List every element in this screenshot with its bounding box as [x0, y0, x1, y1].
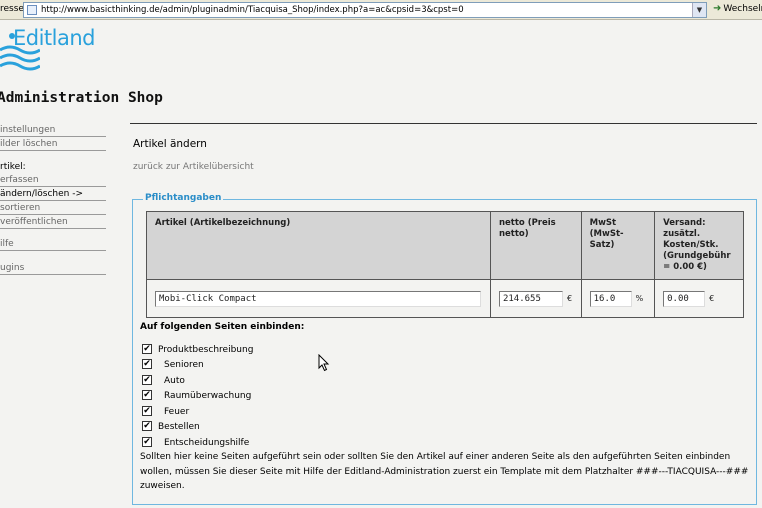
chevron-down-icon[interactable]: ▼: [692, 3, 706, 17]
sidebar-item-erfassen[interactable]: erfassen: [0, 174, 106, 187]
versand-input[interactable]: 0.00: [663, 290, 706, 307]
sidebar-item-einstellungen[interactable]: instellungen: [0, 124, 106, 137]
site-title: Administration Shop: [0, 90, 163, 106]
go-button[interactable]: ➜Wechseln: [713, 3, 762, 14]
column-header-article: Artikel (Artikelbezeichnung): [146, 211, 491, 280]
cell-article: Mobi-Click Compact: [146, 279, 491, 318]
checkbox-label: Raumüberwachung: [164, 391, 252, 401]
checkbox-label: Produktbeschreibung: [158, 345, 254, 355]
sidebar-item-veroeffentlichen[interactable]: veröffentlichen: [0, 216, 106, 229]
checkbox-label: Bestellen: [158, 422, 200, 432]
mwst-input[interactable]: 16.0: [589, 290, 632, 307]
fieldset-legend: Pflichtangaben: [143, 193, 224, 203]
cell-netto: 214.655 €: [489, 279, 582, 318]
checkbox-label: Senioren: [164, 360, 204, 370]
url-text: http://www.basicthinking.de/admin/plugin…: [41, 5, 464, 15]
article-name-input[interactable]: Mobi-Click Compact: [155, 290, 481, 307]
sidebar-item-hilfe[interactable]: ilfe: [0, 238, 106, 251]
go-arrow-icon: ➜: [713, 3, 722, 14]
checkbox-entscheidungshilfe[interactable]: ✔: [142, 437, 152, 447]
cell-versand: 0.00 €: [654, 279, 744, 318]
mwst-unit: %: [635, 294, 644, 303]
column-header-mwst: MwSt (MwSt-Satz): [580, 211, 656, 280]
checkbox-senioren[interactable]: ✔: [142, 359, 152, 369]
sidebar-item-aendern[interactable]: ändern/löschen ->: [0, 188, 106, 201]
checkbox-bestellen[interactable]: ✔: [142, 421, 152, 431]
address-bar: resse http://www.basicthinking.de/admin/…: [0, 0, 762, 20]
page-title: Artikel ändern: [133, 138, 207, 150]
checkbox-label: Auto: [164, 376, 185, 386]
checkbox-produktbeschreibung[interactable]: ✔: [142, 344, 152, 354]
sidebar-item-bilder-loeschen[interactable]: ilder löschen: [0, 138, 106, 151]
checkbox-auto[interactable]: ✔: [142, 375, 152, 385]
checkbox-label: Feuer: [164, 407, 190, 417]
netto-unit: €: [566, 294, 573, 303]
cell-mwst: 16.0%: [580, 279, 656, 318]
header-divider: [130, 123, 757, 124]
mouse-cursor-icon: [318, 354, 330, 372]
checkbox-label: Entscheidungshilfe: [164, 438, 250, 448]
netto-price-input[interactable]: 214.655: [498, 290, 563, 307]
checkbox-feuer[interactable]: ✔: [142, 406, 152, 416]
table-row: Mobi-Click Compact 214.655 € 16.0% 0.00 €: [146, 279, 744, 318]
address-label: resse: [0, 4, 24, 14]
column-header-netto: netto (Preis netto): [489, 211, 582, 280]
sidebar-item-sortieren[interactable]: sortieren: [0, 202, 106, 215]
table-header-row: Artikel (Artikelbezeichnung) netto (Prei…: [146, 211, 744, 280]
go-label: Wechseln: [723, 4, 762, 14]
page-icon: [27, 5, 37, 15]
sidebar-item-plugins[interactable]: ugins: [0, 262, 106, 275]
url-input[interactable]: http://www.basicthinking.de/admin/plugin…: [23, 2, 707, 18]
column-header-versand: Versand: zusätzl. Kosten/Stk. (Grundgebü…: [654, 211, 744, 280]
back-to-overview-link[interactable]: zurück zur Artikelübersicht: [133, 162, 254, 172]
versand-unit: €: [709, 294, 715, 303]
editland-logo[interactable]: Editland: [0, 22, 100, 74]
template-hint-text: Sollten hier keine Seiten aufgeführt sei…: [140, 452, 749, 491]
include-pages-heading: Auf folgenden Seiten einbinden:: [140, 322, 305, 332]
logo-text: Editland: [13, 26, 96, 50]
checkbox-raumueberwachung[interactable]: ✔: [142, 390, 152, 400]
sidebar-heading-artikel: rtikel:: [0, 162, 26, 172]
article-table: Artikel (Artikelbezeichnung) netto (Prei…: [146, 211, 744, 318]
